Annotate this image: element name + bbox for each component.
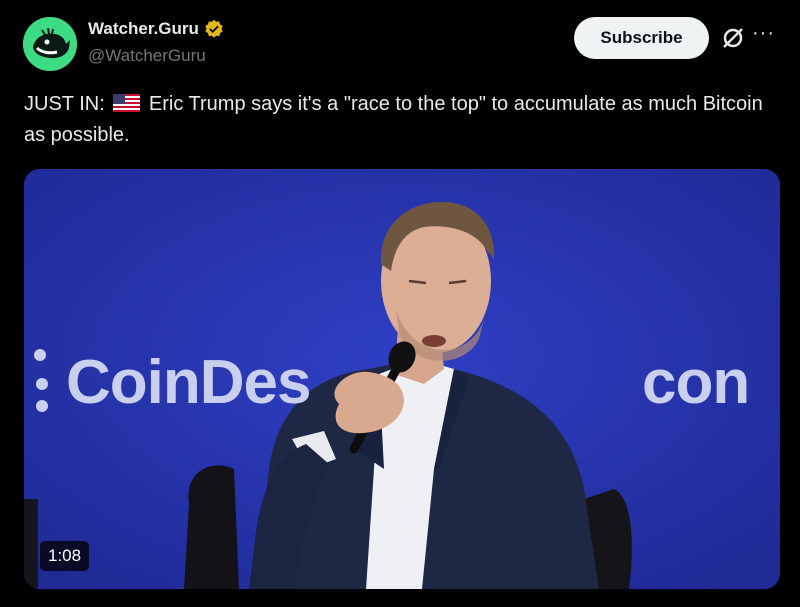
us-flag-icon	[113, 94, 141, 112]
post-text-prefix: JUST IN:	[24, 93, 105, 115]
display-name[interactable]: Watcher.Guru	[88, 19, 199, 39]
whale-logo-icon	[23, 17, 77, 71]
coindesk-logo-right: con	[642, 348, 750, 417]
grok-icon[interactable]	[720, 25, 746, 51]
handle[interactable]: @WatcherGuru	[88, 46, 206, 66]
avatar[interactable]	[23, 17, 77, 71]
coindesk-logo-left: CoinDes	[66, 348, 311, 417]
more-options-icon[interactable]: ···	[752, 22, 775, 45]
video-player[interactable]: CoinDes con 1:08	[24, 169, 780, 589]
verified-badge-icon	[205, 19, 223, 38]
subscribe-button[interactable]: Subscribe	[574, 17, 709, 59]
video-duration-badge: 1:08	[40, 541, 90, 571]
post-text: JUST IN: Eric Trump says it's a "race to…	[24, 89, 764, 151]
